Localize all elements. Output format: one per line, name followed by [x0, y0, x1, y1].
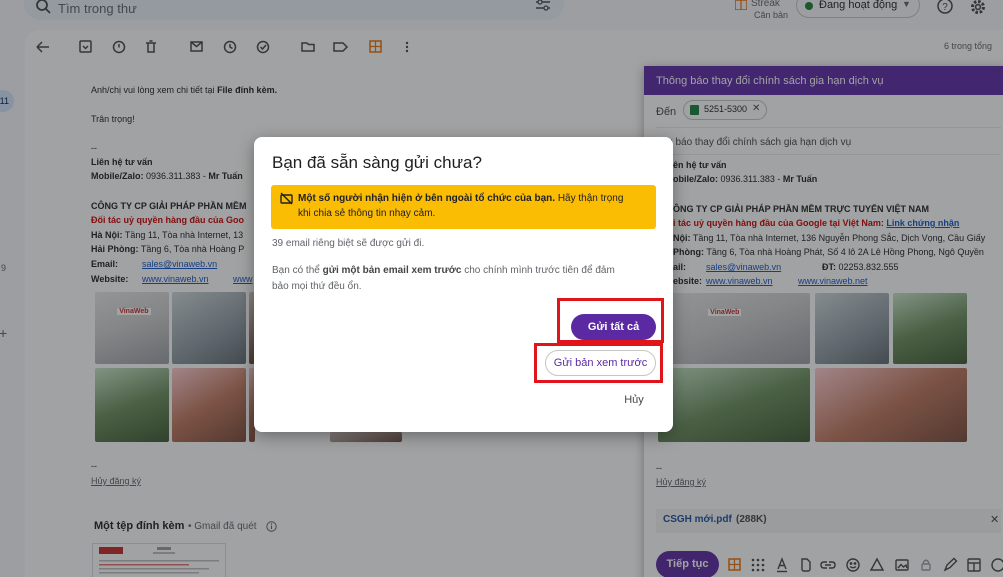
warning-line-2: khi chia sẻ thông tin nhạy cảm.: [298, 208, 436, 219]
preview-hint-line-1: Bạn có thể gửi một bản email xem trước c…: [272, 265, 615, 276]
send-preview-button[interactable]: Gửi bản xem trước: [545, 350, 656, 376]
warning-icon: [280, 192, 293, 205]
external-recipient-warning: [271, 185, 656, 229]
cancel-button[interactable]: Hủy: [614, 392, 654, 408]
send-all-button[interactable]: Gửi tất cả: [571, 314, 656, 340]
preview-hint-line-2: bảo mọi thứ đều ổn.: [272, 281, 362, 292]
dialog-title: Bạn đã sẵn sàng gửi chưa?: [272, 153, 482, 172]
warning-line-1: Một số người nhận hiện ở bên ngoài tổ ch…: [298, 193, 624, 204]
recipient-count-text: 39 email riêng biệt sẽ được gửi đi.: [272, 238, 425, 249]
